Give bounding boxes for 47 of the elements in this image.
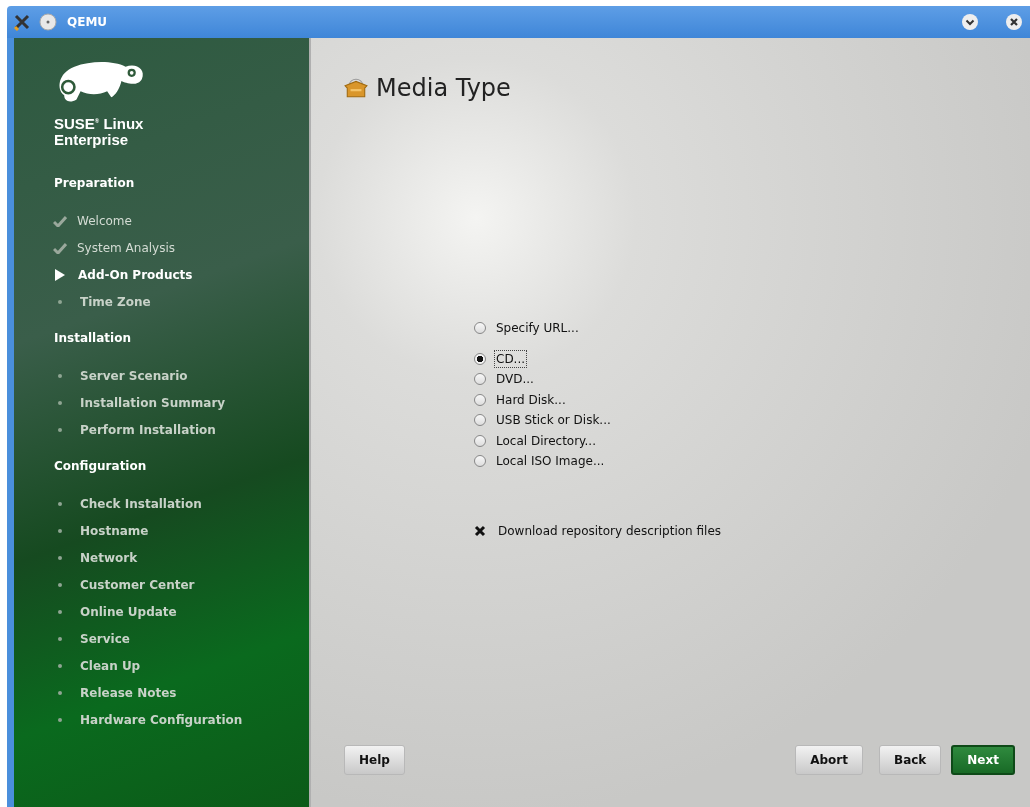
section-heading: Installation — [54, 331, 132, 345]
checkbox-label[interactable]: Download repository description files — [498, 523, 722, 538]
wizard-step: Service — [80, 631, 130, 646]
radio-button[interactable] — [474, 352, 486, 365]
radio-button[interactable] — [474, 373, 486, 386]
wizard-step: Hostname — [80, 523, 149, 538]
tools-icon[interactable] — [13, 13, 31, 31]
wizard-step: Customer Center — [80, 577, 195, 592]
radio-label[interactable]: Local Directory... — [496, 433, 596, 448]
radio-label[interactable]: CD... — [496, 351, 526, 366]
wizard-step: Online Update — [80, 604, 177, 619]
wizard-button[interactable]: Abort — [795, 745, 863, 775]
page-title: Media Type — [376, 74, 511, 102]
wizard-step: Welcome — [77, 213, 132, 228]
close-icon[interactable] — [1005, 13, 1023, 31]
radio-label[interactable]: DVD... — [496, 372, 534, 387]
radio-button[interactable] — [474, 414, 486, 427]
radio-label[interactable]: Hard Disk... — [496, 392, 566, 407]
radio-button[interactable] — [474, 322, 486, 335]
product-name: SUSE$^{®}$ Linux Enterprise — [54, 114, 145, 148]
radio-label[interactable]: USB Stick or Disk... — [496, 413, 611, 428]
section-heading: Preparation — [54, 176, 136, 190]
window-title: QEMU — [67, 15, 108, 29]
wizard-button[interactable]: Help — [344, 745, 405, 775]
wizard-step: Add-On Products — [78, 267, 193, 282]
wizard-step: Release Notes — [80, 685, 177, 700]
wizard-button[interactable]: Next — [951, 745, 1015, 775]
wizard-step: Network — [80, 550, 138, 565]
wizard-step: Check Installation — [80, 496, 202, 511]
wizard-step: Clean Up — [80, 658, 141, 673]
radio-button[interactable] — [474, 393, 486, 406]
wizard-step: Server Scenario — [80, 368, 188, 383]
wizard-step: Time Zone — [80, 294, 151, 309]
chevron-down-icon[interactable] — [961, 13, 979, 31]
radio-button[interactable] — [474, 434, 486, 447]
wizard-button[interactable]: Back — [879, 745, 942, 775]
radio-label[interactable]: Local ISO Image... — [496, 454, 605, 469]
wizard-step: Hardware Configuration — [80, 712, 243, 727]
section-heading: Configuration — [54, 459, 148, 473]
checkbox[interactable] — [474, 524, 486, 537]
radio-label[interactable]: Specify URL... — [496, 321, 579, 336]
wizard-step: System Analysis — [77, 240, 175, 255]
wizard-step: Installation Summary — [80, 395, 226, 410]
disc-icon[interactable] — [39, 13, 57, 31]
radio-button[interactable] — [474, 455, 486, 468]
package-icon — [344, 78, 368, 98]
wizard-step: Perform Installation — [80, 422, 216, 437]
